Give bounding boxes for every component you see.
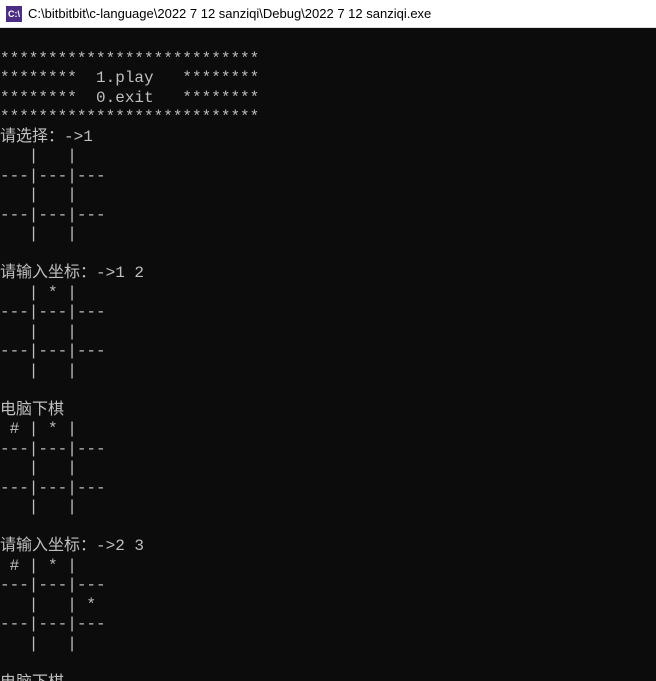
console-line: 电脑下棋: [0, 674, 64, 681]
console-line: 请输入坐标：->1 2: [0, 264, 144, 282]
console-line: | |: [0, 362, 106, 380]
console-line: | |: [0, 186, 106, 204]
console-line: ---|---|---: [0, 303, 106, 321]
window-titlebar[interactable]: C:\ C:\bitbitbit\c-language\2022 7 12 sa…: [0, 0, 656, 28]
console-line: 请输入坐标：->2 3: [0, 537, 144, 555]
console-line: | | *: [0, 596, 106, 614]
console-line: ---|---|---: [0, 440, 106, 458]
console-line: | * |: [0, 284, 106, 302]
app-icon: C:\: [6, 6, 22, 22]
console-line: ---|---|---: [0, 342, 106, 360]
console-line: ---|---|---: [0, 576, 106, 594]
console-line: ******** 0.exit ********: [0, 89, 259, 107]
console-line: ***************************: [0, 50, 259, 68]
console-line: ---|---|---: [0, 167, 106, 185]
console-line: ***************************: [0, 108, 259, 126]
console-line: ******** 1.play ********: [0, 69, 259, 87]
console-line: | |: [0, 323, 106, 341]
console-output[interactable]: *************************** ******** 1.p…: [0, 28, 656, 681]
console-line: | |: [0, 147, 106, 165]
console-line: | |: [0, 498, 106, 516]
console-line: # | * |: [0, 420, 106, 438]
console-line: | |: [0, 459, 106, 477]
console-line: ---|---|---: [0, 615, 106, 633]
console-line: 电脑下棋: [0, 401, 64, 419]
console-line: # | * |: [0, 557, 106, 575]
console-line: | |: [0, 225, 106, 243]
console-line: ---|---|---: [0, 479, 106, 497]
console-line: | |: [0, 635, 106, 653]
window-title: C:\bitbitbit\c-language\2022 7 12 sanziq…: [28, 6, 431, 21]
console-line: 请选择：->1: [0, 128, 93, 146]
console-line: ---|---|---: [0, 206, 106, 224]
